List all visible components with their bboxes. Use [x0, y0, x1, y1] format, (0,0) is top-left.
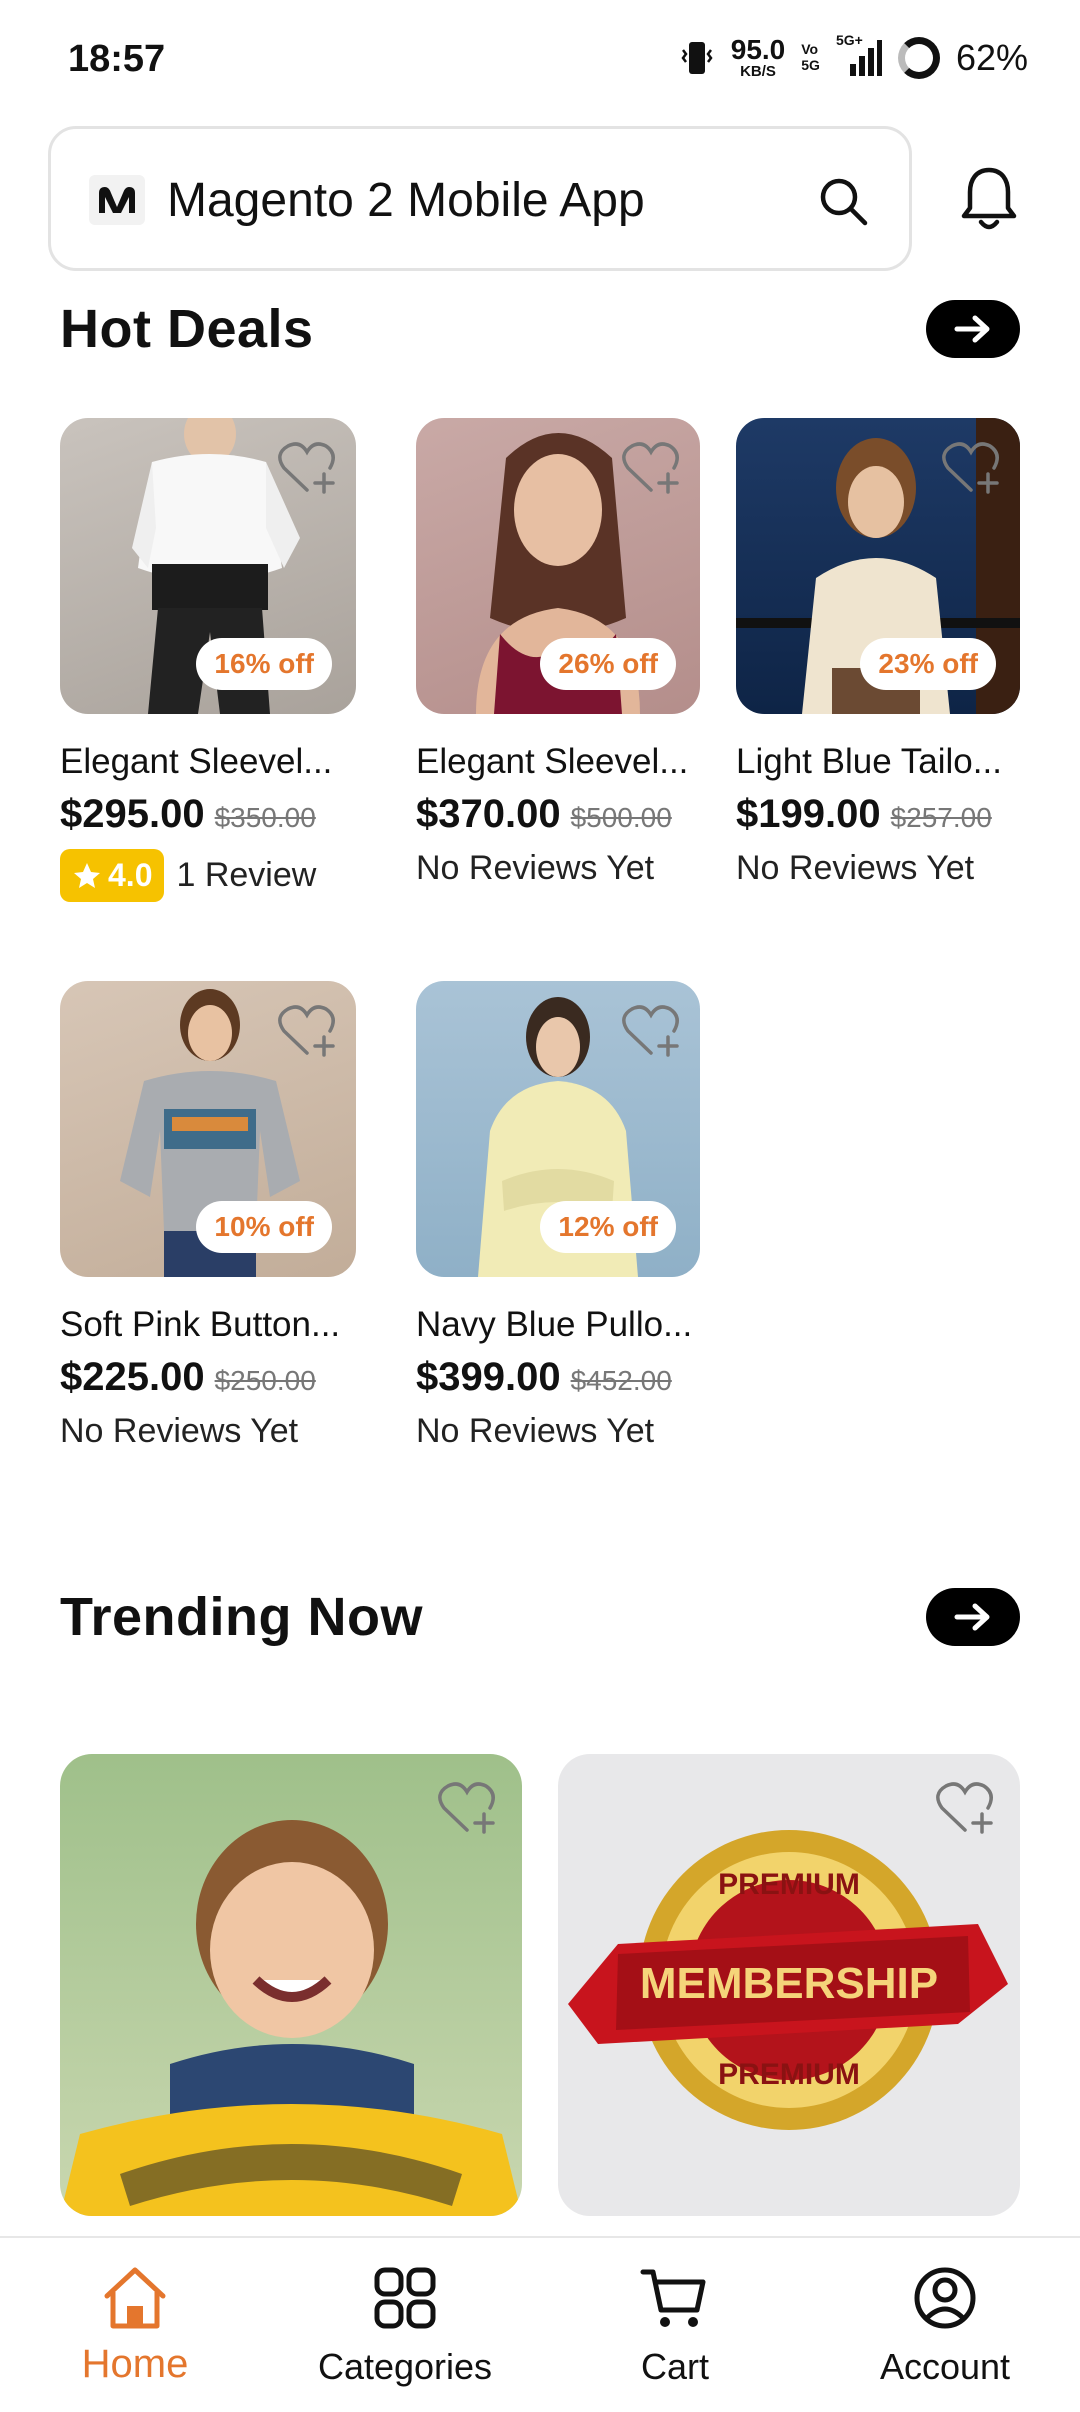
add-to-wishlist-icon[interactable]: [620, 1001, 682, 1059]
product-reviews: No Reviews Yet: [60, 1412, 356, 1451]
product-price: $370.00: [416, 792, 561, 836]
product-old-price: $250.00: [214, 1365, 316, 1396]
hot-deals-see-all-button[interactable]: [926, 300, 1020, 358]
product-reviews: 4.0 1 Review: [60, 849, 356, 902]
premium-bottom-text: PREMIUM: [718, 2058, 860, 2091]
bottom-navigation: Home Categories Cart Account: [0, 2236, 1080, 2412]
trending-product-card[interactable]: MEMBERSHIP PREMIUM PREMIUM: [558, 1754, 1020, 2216]
product-card[interactable]: 16% off Elegant Sleevel... $295.00 $350.…: [60, 418, 356, 902]
cart-icon: [640, 2269, 706, 2327]
battery-percent: 62%: [955, 36, 1028, 78]
nav-cart[interactable]: Cart: [555, 2262, 795, 2388]
net-speed: 95.0 KB/S: [730, 34, 786, 80]
product-price: $225.00: [60, 1355, 205, 1399]
arrow-right-icon: [954, 315, 990, 343]
product-reviews: No Reviews Yet: [416, 849, 700, 888]
discount-badge: 10% off: [196, 1201, 332, 1253]
nav-account-label: Account: [879, 2346, 1011, 2387]
add-to-wishlist-icon[interactable]: [436, 1778, 498, 1836]
product-price: $295.00: [60, 792, 205, 836]
product-name[interactable]: Elegant Sleevel...: [60, 742, 356, 782]
status-icons: 95.0 KB/S Vo 5G 5G+ 62%: [679, 32, 1028, 80]
home-icon: [104, 2267, 166, 2329]
rating-badge: 4.0: [60, 849, 165, 902]
product-old-price: $500.00: [570, 802, 672, 833]
product-old-price: $350.00: [214, 802, 316, 833]
search-bar[interactable]: Magento 2 Mobile App: [48, 126, 912, 271]
product-image[interactable]: 16% off: [60, 418, 356, 714]
vibrate-icon: [681, 41, 713, 74]
product-reviews: No Reviews Yet: [416, 1412, 700, 1451]
app-title: Magento 2 Mobile App: [167, 174, 645, 227]
price-row: $199.00 $257.00: [736, 792, 1020, 837]
add-to-wishlist-icon[interactable]: [934, 1778, 996, 1836]
hot-deals-title: Hot Deals: [60, 299, 314, 359]
add-to-wishlist-icon[interactable]: [940, 438, 1002, 496]
trending-see-all-button[interactable]: [926, 1588, 1020, 1646]
review-count: No Reviews Yet: [736, 849, 975, 887]
product-name[interactable]: Light Blue Tailo...: [736, 742, 1020, 782]
price-row: $225.00 $250.00: [60, 1355, 356, 1400]
categories-icon: [374, 2267, 436, 2329]
review-count: No Reviews Yet: [416, 1412, 655, 1450]
product-price: $199.00: [736, 792, 881, 836]
premium-top-text: PREMIUM: [718, 1868, 860, 1901]
discount-badge: 26% off: [540, 638, 676, 690]
membership-text: MEMBERSHIP: [640, 1959, 938, 2008]
product-card[interactable]: 26% off Elegant Sleevel... $370.00 $500.…: [416, 418, 700, 888]
review-count: 1 Review: [176, 856, 317, 894]
signal-icon: 5G+: [836, 32, 882, 78]
status-time: 18:57: [68, 38, 166, 80]
product-name[interactable]: Elegant Sleevel...: [416, 742, 700, 782]
nav-cart-label: Cart: [640, 2346, 709, 2387]
discount-badge: 23% off: [860, 638, 996, 690]
trending-title: Trending Now: [60, 1587, 423, 1647]
add-to-wishlist-icon[interactable]: [276, 438, 338, 496]
trending-product-card[interactable]: [60, 1754, 522, 2216]
review-count: No Reviews Yet: [60, 1412, 299, 1450]
nav-home[interactable]: Home: [15, 2262, 255, 2387]
nav-home-label: Home: [81, 2342, 189, 2386]
product-card[interactable]: 12% off Navy Blue Pullo... $399.00 $452.…: [416, 981, 700, 1451]
price-row: $399.00 $452.00: [416, 1355, 700, 1400]
discount-badge: 12% off: [540, 1201, 676, 1253]
price-row: $295.00 $350.00: [60, 792, 356, 837]
product-image[interactable]: 10% off: [60, 981, 356, 1277]
product-reviews: No Reviews Yet: [736, 849, 1020, 888]
app-logo-icon: [89, 175, 145, 225]
product-name[interactable]: Soft Pink Button...: [60, 1305, 356, 1345]
status-bar: 18:57 95.0 KB/S Vo 5G 5G+ 62%: [0, 0, 1080, 120]
price-row: $370.00 $500.00: [416, 792, 700, 837]
product-image[interactable]: 26% off: [416, 418, 700, 714]
product-name[interactable]: Navy Blue Pullo...: [416, 1305, 700, 1345]
star-icon: [74, 862, 100, 888]
add-to-wishlist-icon[interactable]: [620, 438, 682, 496]
add-to-wishlist-icon[interactable]: [276, 1001, 338, 1059]
product-old-price: $452.00: [570, 1365, 672, 1396]
nav-categories-label: Categories: [317, 2346, 493, 2387]
nav-categories[interactable]: Categories: [285, 2262, 525, 2388]
nav-account[interactable]: Account: [825, 2262, 1065, 2388]
arrow-right-icon: [954, 1603, 990, 1631]
product-image[interactable]: 23% off: [736, 418, 1020, 714]
account-icon: [914, 2267, 976, 2329]
product-card[interactable]: 23% off Light Blue Tailo... $199.00 $257…: [736, 418, 1020, 888]
battery-icon: [897, 36, 940, 79]
discount-badge: 16% off: [196, 638, 332, 690]
volte-badge: Vo 5G: [801, 41, 820, 73]
product-card[interactable]: 10% off Soft Pink Button... $225.00 $250…: [60, 981, 356, 1451]
review-count: No Reviews Yet: [416, 849, 655, 887]
product-price: $399.00: [416, 1355, 561, 1399]
bell-icon[interactable]: [956, 164, 1022, 234]
search-icon[interactable]: [815, 173, 871, 229]
product-old-price: $257.00: [890, 802, 992, 833]
product-image[interactable]: 12% off: [416, 981, 700, 1277]
